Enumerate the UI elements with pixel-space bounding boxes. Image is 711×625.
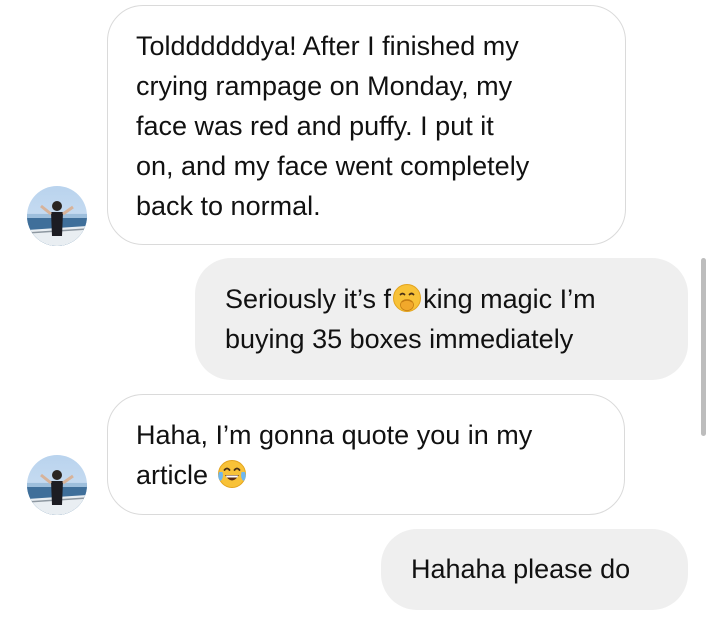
message-text-line: Hahaha please do	[411, 554, 631, 584]
message-text-line: Seriously it’s f king magic I’m	[225, 279, 658, 319]
face-with-tears-of-joy-emoji	[217, 459, 247, 489]
profile-photo-avatar	[27, 201, 87, 246]
message-text-line: on, and my face went completely	[136, 151, 530, 181]
message-text-line: face was red and puffy. I put it	[136, 111, 494, 141]
message-text-line: crying rampage on Monday, my	[136, 71, 513, 101]
message-text-line: buying 35 boxes immediately	[225, 324, 574, 354]
message-bubble-incoming[interactable]: Tolddddddya! After I finished my crying …	[107, 5, 626, 245]
message-text-line: Tolddddddya! After I finished my	[136, 31, 519, 61]
message-bubble-outgoing[interactable]: Hahaha please do	[381, 529, 688, 610]
avatar[interactable]	[27, 186, 87, 246]
face-with-hand-over-mouth-emoji	[392, 283, 422, 313]
avatar[interactable]	[27, 455, 87, 515]
message-text-segment: article	[136, 460, 209, 490]
message-bubble-incoming[interactable]: Haha, I’m gonna quote you in my article	[107, 394, 625, 515]
message-text-line: back to normal.	[136, 191, 321, 221]
message-text-segment: Seriously it’s f	[225, 284, 392, 314]
profile-photo-avatar	[27, 470, 87, 515]
message-bubble-outgoing[interactable]: Seriously it’s f king magic I’m buying 3…	[195, 258, 688, 380]
message-text-line: article	[136, 455, 596, 495]
scrollbar[interactable]	[701, 258, 706, 436]
message-text-line: Haha, I’m gonna quote you in my	[136, 420, 533, 450]
message-text-segment: king magic I’m	[423, 284, 596, 314]
